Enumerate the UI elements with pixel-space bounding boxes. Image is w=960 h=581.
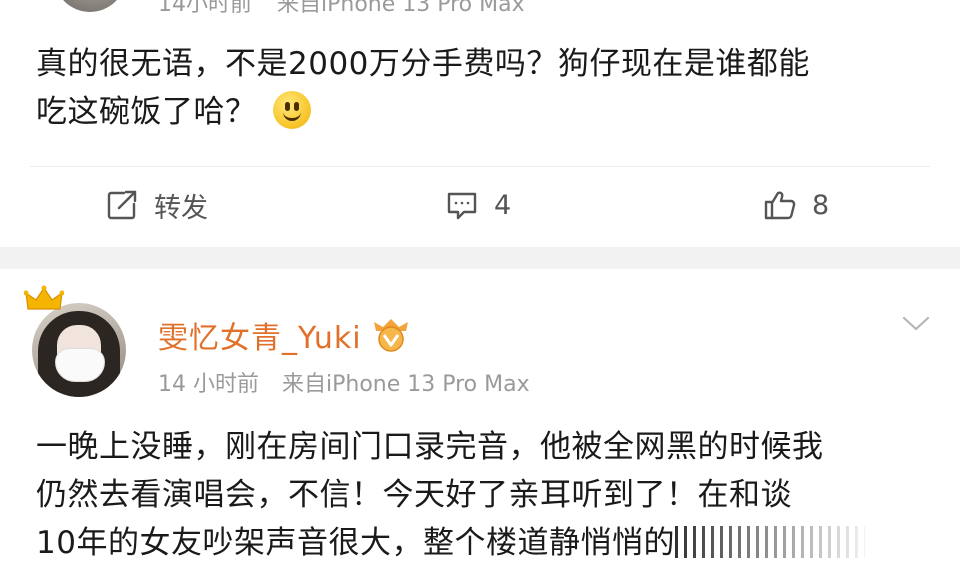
top-post-text-line: 吃这碗饭了哈？ bbox=[36, 88, 926, 136]
avatar[interactable] bbox=[32, 303, 126, 397]
post-text-line: 一晚上没睡，刚在房间门口录完音，他被全网黑的时候我 bbox=[36, 429, 824, 465]
username-text[interactable]: 雯忆女青_Yuki bbox=[158, 313, 362, 357]
repost-label: 转发 bbox=[154, 192, 208, 224]
divider bbox=[30, 166, 930, 167]
chevron-down-icon[interactable] bbox=[898, 310, 934, 338]
post-text-line3: 10年的女友吵架声音很大，整个楼道静悄悄的 bbox=[36, 525, 675, 561]
like-count: 8 bbox=[812, 189, 830, 221]
like-icon bbox=[764, 191, 796, 220]
post-text-line: 10年的女友吵架声音很大，整个楼道静悄悄的 bbox=[36, 519, 926, 567]
text-fade-overlay bbox=[674, 525, 865, 558]
post-text: 一晚上没睡，刚在房间门口录完音，他被全网黑的时候我 仍然去看演唱会，不信！今天好… bbox=[36, 423, 926, 567]
top-post-time: 14小时前 bbox=[158, 0, 252, 17]
smiley-emoji-icon bbox=[272, 90, 311, 129]
repost-icon bbox=[107, 190, 137, 220]
post-source: 来自iPhone 13 Pro Max bbox=[282, 372, 530, 397]
like-button[interactable]: 8 bbox=[762, 183, 829, 227]
username[interactable]: 雯忆女青_Yuki bbox=[158, 313, 412, 357]
comment-icon bbox=[447, 192, 477, 220]
top-post-text: 真的很无语，不是2000万分手费吗？狗仔现在是谁都能 吃这碗饭了哈？ bbox=[36, 40, 926, 136]
top-post-avatar[interactable] bbox=[54, 0, 126, 12]
top-post-text-line2: 吃这碗饭了哈？ bbox=[36, 94, 257, 130]
post-meta: 14 小时前 来自iPhone 13 Pro Max bbox=[158, 366, 546, 398]
top-post-text-line: 真的很无语，不是2000万分手费吗？狗仔现在是谁都能 bbox=[36, 46, 810, 82]
vip-badge-icon bbox=[373, 319, 408, 352]
top-post-source: 来自iPhone 13 Pro Max bbox=[277, 0, 525, 17]
comment-count: 4 bbox=[494, 189, 512, 221]
post-separator bbox=[0, 247, 960, 269]
crown-icon bbox=[24, 285, 64, 310]
post-text-line: 仍然去看演唱会，不信！今天好了亲耳听到了！在和谈 bbox=[36, 477, 792, 513]
top-post-meta: 14小时前 来自iPhone 13 Pro Max bbox=[158, 0, 543, 18]
post-time: 14 小时前 bbox=[158, 372, 259, 397]
comment-button[interactable]: 4 bbox=[444, 183, 511, 227]
repost-button[interactable]: 转发 bbox=[104, 183, 208, 227]
